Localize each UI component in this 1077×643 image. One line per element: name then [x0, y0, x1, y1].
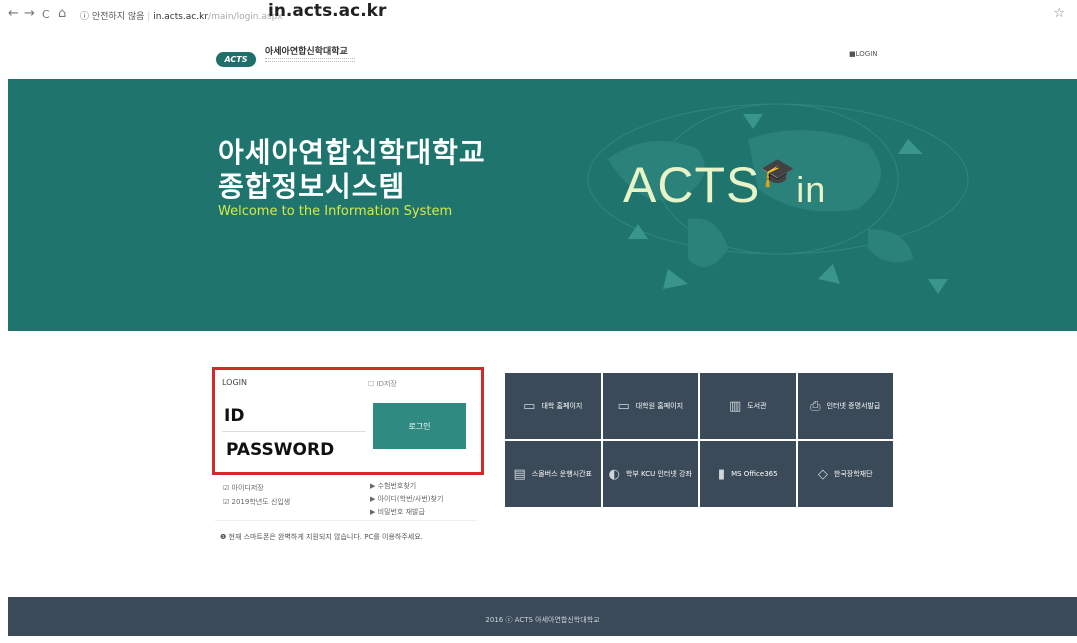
tile-certificate[interactable]: ⎙ 인터넷 증명서발급: [797, 373, 893, 439]
address-bar[interactable]: ⓘ 안전하지 않음 | in.acts.ac.kr/main/login.asp…: [80, 9, 283, 22]
footer-copyright: 2016 ⓒ ACTS 아세아연합신학대학교: [485, 616, 600, 624]
tile-college-homepage[interactable]: ▭ 대학 홈페이지: [505, 373, 601, 439]
tile-office365[interactable]: ▮ MS Office365: [700, 441, 796, 507]
hero-banner: 아세아연합신학대학교 종합정보시스템 Welcome to the Inform…: [8, 79, 1077, 331]
tile-label: 스몰버스 운행시간표: [531, 470, 592, 478]
tile-scholarship[interactable]: ◇ 한국장학재단: [797, 441, 893, 507]
site-footer: 2016 ⓒ ACTS 아세아연합신학대학교: [8, 597, 1077, 636]
acts-in-logo: ACTS🎓in: [623, 156, 826, 214]
find-id-link[interactable]: ▶ 아이디(학번/사번)찾기: [370, 494, 443, 504]
header-login-label: LOGIN: [855, 50, 878, 58]
security-indicator[interactable]: ⓘ 안전하지 않음: [80, 12, 144, 22]
find-exam-number-link[interactable]: ▶ 수험번호찾기: [370, 481, 416, 491]
save-id-label: ID저장: [376, 380, 397, 388]
mobile-notice-text: 현재 스마트폰은 완벽하게 지원되지 않습니다. PC를 이용하주세요.: [228, 533, 423, 541]
acts-in-logo-text: ACTS: [623, 157, 761, 213]
monitor-icon: ▭: [523, 398, 536, 414]
reload-icon[interactable]: C: [42, 7, 50, 23]
tile-library[interactable]: ▥ 도서관: [700, 373, 796, 439]
monitor-icon: ▭: [617, 398, 630, 414]
url-annotation: in.acts.ac.kr: [268, 1, 387, 21]
tile-label: 대학 홈페이지: [541, 402, 583, 410]
tile-label: 학부 KCU 인터넷 강좌: [625, 470, 692, 478]
mouse-icon: ◐: [608, 466, 620, 482]
office-icon: ▮: [717, 466, 726, 482]
tile-label: 대학원 홈페이지: [635, 402, 684, 410]
find-id-label: 아이디(학번/사번)찾기: [377, 495, 444, 503]
forward-icon[interactable]: →: [24, 6, 35, 22]
browser-toolbar: ← → C ⌂ ⓘ 안전하지 않음 | in.acts.ac.kr/main/l…: [0, 0, 1077, 31]
graduation-cap-icon: 🎓: [760, 157, 797, 188]
url-host: in.acts.ac.kr: [153, 12, 209, 22]
book-icon: ▥: [728, 398, 742, 414]
notice-divider: [215, 520, 477, 521]
tile-grad-homepage[interactable]: ▭ 대학원 홈페이지: [602, 373, 698, 439]
hero-title-line2: 종합정보시스템: [218, 170, 406, 203]
acts-in-logo-suffix: in: [796, 169, 827, 210]
id-input[interactable]: [222, 400, 366, 432]
header-login-link[interactable]: ■LOGIN: [849, 50, 878, 58]
find-exam-number-label: 수험번호찾기: [377, 482, 417, 490]
tile-label: 인터넷 증명서발급: [826, 402, 881, 410]
save-id-checkbox[interactable]: ☐ ID저장: [368, 379, 397, 389]
tile-label: MS Office365: [731, 470, 778, 478]
printer-icon: ⎙: [810, 398, 821, 414]
option-save-id-label: 아이디저장: [231, 484, 264, 492]
quick-links-grid: ▭ 대학 홈페이지 ▭ 대학원 홈페이지 ▥ 도서관 ⎙ 인터넷 증명서발급 ▤ 스몰버스…: [505, 373, 893, 507]
tile-label: 도서관: [747, 402, 767, 410]
university-name: 아세아연합신학대학교: [265, 47, 348, 57]
password-input[interactable]: [222, 435, 366, 465]
login-button[interactable]: 로그인: [373, 403, 466, 449]
option-freshman[interactable]: ☑ 2019학년도 신입생: [223, 497, 290, 507]
graduation-icon: ◇: [817, 466, 828, 482]
mobile-notice: ❶ 현재 스마트폰은 완벽하게 지원되지 않습니다. PC를 이용하주세요.: [220, 533, 423, 541]
reset-password-label: 비밀번호 재발급: [377, 508, 425, 516]
back-icon[interactable]: ←: [8, 6, 19, 22]
logo-subtitle: [265, 58, 355, 62]
option-freshman-label: 2019학년도 신입생: [231, 498, 291, 506]
home-icon[interactable]: ⌂: [58, 6, 66, 22]
site-header: ACTS 아세아연합신학대학교 ■LOGIN: [0, 30, 1077, 78]
user-icon: ■: [849, 50, 856, 58]
option-save-id[interactable]: ☑ 아이디저장: [223, 483, 264, 493]
reset-password-link[interactable]: ▶ 비밀번호 재발급: [370, 507, 425, 517]
bookmark-star-icon[interactable]: ☆: [1053, 6, 1065, 21]
bus-icon: ▤: [513, 466, 526, 482]
acts-logo[interactable]: ACTS: [216, 52, 256, 67]
hero-welcome-text: Welcome to the Information System: [218, 204, 453, 219]
tile-label: 한국장학재단: [833, 470, 873, 478]
login-heading: LOGIN: [222, 378, 248, 387]
tile-shuttle-bus[interactable]: ▤ 스몰버스 운행시간표: [505, 441, 601, 507]
tile-kcu-course[interactable]: ◐ 학부 KCU 인터넷 강좌: [602, 441, 698, 507]
